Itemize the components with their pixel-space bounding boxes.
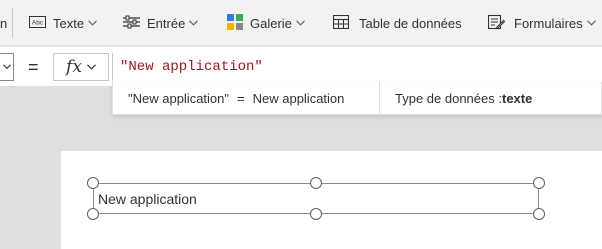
result-expression-text: "New application" (128, 90, 230, 106)
chevron-down-icon (586, 18, 596, 28)
ribbon-entree-button[interactable]: Entrée (123, 0, 199, 46)
ribbon-table-de-donnees-label: Table de données (359, 15, 462, 31)
app-canvas[interactable]: New application (61, 151, 602, 249)
fx-icon: fx (66, 57, 82, 77)
resize-handle-bottom-middle[interactable] (310, 208, 322, 220)
data-table-icon (332, 14, 350, 32)
result-data-type: Type de données :texte (380, 91, 532, 106)
gallery-grid-icon (227, 13, 243, 33)
resize-handle-top-right[interactable] (533, 177, 545, 189)
formula-bar: = fx "New application" (0, 47, 602, 87)
ribbon-galerie-button[interactable]: Galerie (227, 0, 305, 46)
ribbon-formulaires-button[interactable]: Formulaires (487, 0, 596, 46)
text-label-icon: Abc (29, 15, 46, 31)
svg-text:Abc: Abc (32, 19, 44, 26)
ribbon-texte-button[interactable]: Abc Texte (29, 0, 97, 46)
chevron-down-icon (2, 62, 11, 72)
resize-handle-bottom-left[interactable] (87, 208, 99, 220)
ribbon-truncated-item[interactable]: n (0, 0, 7, 46)
ribbon-entree-label: Entrée (147, 15, 186, 31)
label-control-text: New application (98, 191, 197, 207)
ribbon-formulaires-label: Formulaires (514, 15, 583, 31)
ribbon-table-de-donnees-button[interactable]: Table de données (332, 0, 462, 46)
resize-handle-top-left[interactable] (87, 177, 99, 189)
result-type-value: texte (501, 90, 533, 106)
resize-handle-bottom-right[interactable] (533, 208, 545, 220)
chevron-down-icon (87, 62, 96, 72)
formula-input[interactable]: "New application" (112, 53, 602, 81)
chevron-down-icon (296, 18, 305, 28)
input-sliders-icon (123, 15, 140, 32)
formula-result-panel: "New application" = New application Type… (112, 82, 602, 115)
result-equals-sign: = (237, 90, 245, 106)
ribbon-truncated-label: n (0, 15, 8, 31)
ribbon-texte-label: Texte (53, 15, 85, 31)
ribbon: n Abc Texte Entrée Galerie Table de donn… (0, 0, 602, 46)
chevron-down-icon (189, 18, 199, 28)
function-button[interactable]: fx (53, 53, 109, 81)
resize-handle-top-middle[interactable] (310, 177, 322, 189)
result-type-label: Type de données : (395, 90, 502, 106)
property-dropdown[interactable] (0, 53, 14, 81)
chevron-down-icon (88, 18, 97, 28)
result-expression: "New application" = New application (113, 82, 380, 114)
ribbon-galerie-label: Galerie (250, 15, 292, 31)
result-value: New application (252, 90, 345, 106)
forms-icon (487, 14, 506, 33)
ribbon-separator (12, 8, 13, 38)
formula-equals-sign: = (28, 56, 39, 77)
